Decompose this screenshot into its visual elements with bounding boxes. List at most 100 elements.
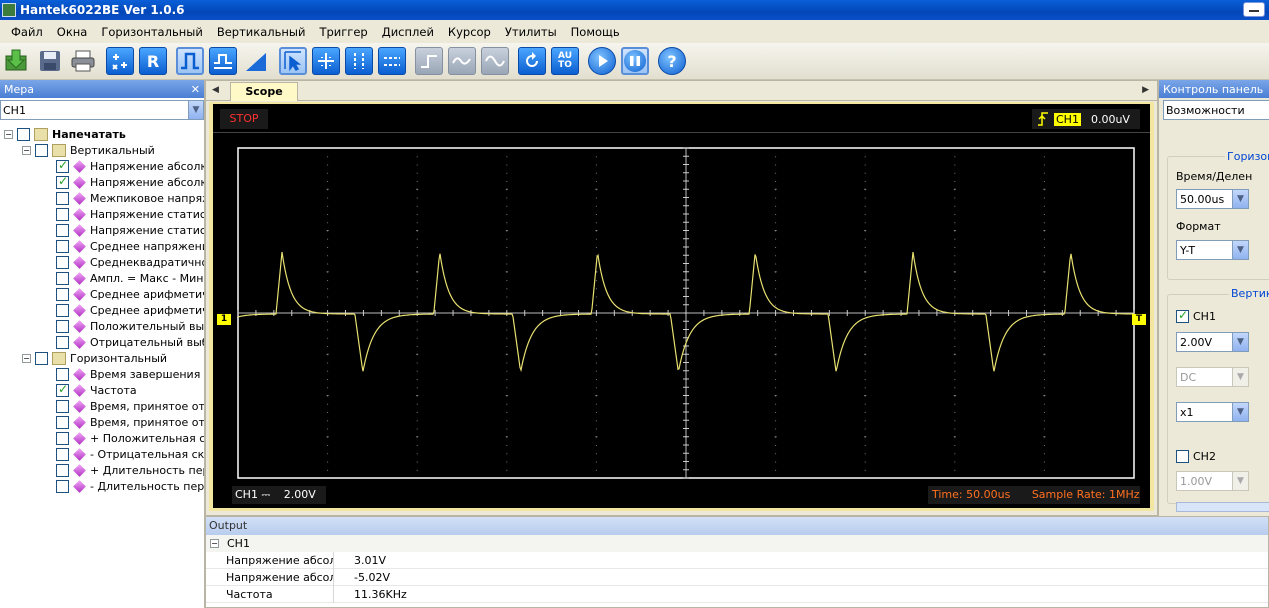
menu-cursor[interactable]: Курсор	[441, 25, 498, 39]
horizontal-cursor-icon[interactable]	[378, 47, 406, 75]
checkbox[interactable]	[56, 207, 69, 221]
format-select[interactable]: Y-T ▼	[1176, 240, 1249, 260]
checkbox[interactable]	[56, 335, 69, 349]
menu-horizontal[interactable]: Горизонтальный	[94, 25, 209, 39]
collapse-icon[interactable]: −	[210, 539, 219, 548]
reference-icon[interactable]: R	[139, 47, 167, 75]
refresh-icon[interactable]	[518, 47, 546, 75]
cross-cursor-icon[interactable]	[106, 47, 134, 75]
close-icon[interactable]: ✕	[191, 83, 200, 96]
mode-select[interactable]: Возможности	[1163, 100, 1269, 120]
checkbox[interactable]	[56, 287, 69, 301]
tree-item[interactable]: Среднеквадратичное	[0, 254, 204, 270]
checkbox[interactable]	[56, 239, 69, 253]
save-icon[interactable]	[36, 47, 64, 75]
ch1-volts-select[interactable]: 2.00V ▼	[1176, 332, 1249, 352]
tree-root[interactable]: − Напечатать	[0, 126, 204, 142]
tree-item[interactable]: - Длительность перво	[0, 478, 204, 494]
ch1-toggle[interactable]: CH1	[1176, 308, 1216, 323]
square-wave-icon[interactable]	[176, 47, 204, 75]
tree-item[interactable]: Отрицательный выбро	[0, 334, 204, 350]
collapse-icon[interactable]: −	[22, 145, 31, 155]
tree-item[interactable]: Время завершения пер	[0, 366, 204, 382]
select-cursor-icon[interactable]	[279, 47, 307, 75]
checkbox[interactable]	[56, 174, 69, 189]
auto-icon[interactable]: AU TO	[551, 47, 579, 75]
tab-left-arrow-icon[interactable]: ◀	[212, 85, 219, 95]
tree-item[interactable]: Среднее арифметичес	[0, 286, 204, 302]
tree-item[interactable]: Напряжение абсолютн	[0, 158, 204, 174]
checkbox[interactable]	[56, 479, 69, 493]
menu-help[interactable]: Помощь	[564, 25, 627, 39]
checkbox[interactable]	[56, 255, 69, 269]
tree-item[interactable]: Ампл. = Макс - Мин, из	[0, 270, 204, 286]
checkbox[interactable]	[56, 191, 69, 205]
ch1-level-marker[interactable]: 1	[217, 314, 231, 325]
checkbox[interactable]	[56, 431, 69, 445]
checkbox[interactable]	[56, 367, 69, 381]
tree-item[interactable]: Напряжение статистич	[0, 222, 204, 238]
checkbox[interactable]	[35, 351, 48, 365]
time-div-select[interactable]: 50.00us ▼	[1176, 189, 1249, 209]
menu-trigger[interactable]: Триггер	[312, 25, 374, 39]
checkbox[interactable]	[56, 319, 69, 333]
tree-item[interactable]: Время, принятое от ни	[0, 398, 204, 414]
checkbox[interactable]	[56, 463, 69, 477]
print-icon[interactable]	[69, 47, 97, 75]
menu-file[interactable]: Файл	[4, 25, 50, 39]
menu-vertical[interactable]: Вертикальный	[210, 25, 313, 39]
tree-item[interactable]: Частота	[0, 382, 204, 398]
tree-item[interactable]: - Отрицательная скваз	[0, 446, 204, 462]
scope-display[interactable]: STOP CH1 0.00uV 1 T CH1 ⎓ 2.00V Time: 50…	[213, 104, 1150, 508]
minimize-button[interactable]	[1243, 2, 1265, 17]
wave-icon[interactable]	[448, 47, 476, 75]
checkbox[interactable]	[35, 143, 48, 157]
checkbox[interactable]	[56, 271, 69, 285]
ch2-toggle[interactable]: CH2	[1176, 450, 1216, 463]
output-group[interactable]: − CH1	[206, 535, 1268, 552]
channel-scale-info: CH1 ⎓ 2.00V	[232, 486, 326, 504]
pulse-icon[interactable]	[209, 47, 237, 75]
help-icon[interactable]: ?	[658, 47, 686, 75]
checkbox[interactable]	[56, 223, 69, 237]
collapse-icon[interactable]: −	[22, 353, 31, 363]
ch2-checkbox[interactable]	[1176, 450, 1189, 463]
ch1-checkbox[interactable]	[1176, 308, 1189, 323]
step-icon[interactable]	[415, 47, 443, 75]
tree-item[interactable]: + Положительная скв	[0, 430, 204, 446]
trigger-level-marker[interactable]: T	[1132, 314, 1146, 325]
checkbox[interactable]	[17, 127, 30, 141]
menu-utilities[interactable]: Утилиты	[498, 25, 564, 39]
vertical-cursor-icon[interactable]	[345, 47, 373, 75]
collapse-icon[interactable]: −	[4, 129, 13, 139]
tree-item[interactable]: Межпиковое напряжен	[0, 190, 204, 206]
checkbox[interactable]	[56, 303, 69, 317]
ramp-icon[interactable]	[242, 47, 270, 75]
checkbox[interactable]	[56, 447, 69, 461]
horizontal-scrollbar[interactable]	[1176, 502, 1269, 512]
menu-windows[interactable]: Окна	[50, 25, 95, 39]
tree-item[interactable]: Время, принятое от ве	[0, 414, 204, 430]
tree-group-vertical[interactable]: − Вертикальный	[0, 142, 204, 158]
checkbox[interactable]	[56, 382, 69, 397]
tab-right-arrow-icon[interactable]: ▶	[1142, 85, 1149, 95]
pause-icon[interactable]	[621, 47, 649, 75]
tree-item[interactable]: Напряжение статистич	[0, 206, 204, 222]
tree-item[interactable]: Напряжение абсолютн	[0, 174, 204, 190]
channel-select[interactable]: CH1 ▼	[0, 100, 204, 120]
probe-select[interactable]: x1 ▼	[1176, 402, 1249, 422]
open-icon[interactable]	[3, 47, 31, 75]
tree-item[interactable]: + Длительность перво	[0, 462, 204, 478]
tree-item[interactable]: Положительный выбро	[0, 318, 204, 334]
menu-display[interactable]: Дисплей	[375, 25, 441, 39]
grid-icon[interactable]	[312, 47, 340, 75]
checkbox[interactable]	[56, 158, 69, 173]
checkbox[interactable]	[56, 415, 69, 429]
tab-scope[interactable]: Scope	[230, 82, 298, 101]
checkbox[interactable]	[56, 399, 69, 413]
sine-icon[interactable]	[481, 47, 509, 75]
tree-group-horizontal[interactable]: − Горизонтальный	[0, 350, 204, 366]
tree-item[interactable]: Среднее арифметичес	[0, 302, 204, 318]
play-icon[interactable]	[588, 47, 616, 75]
tree-item[interactable]: Среднее напряжение п	[0, 238, 204, 254]
